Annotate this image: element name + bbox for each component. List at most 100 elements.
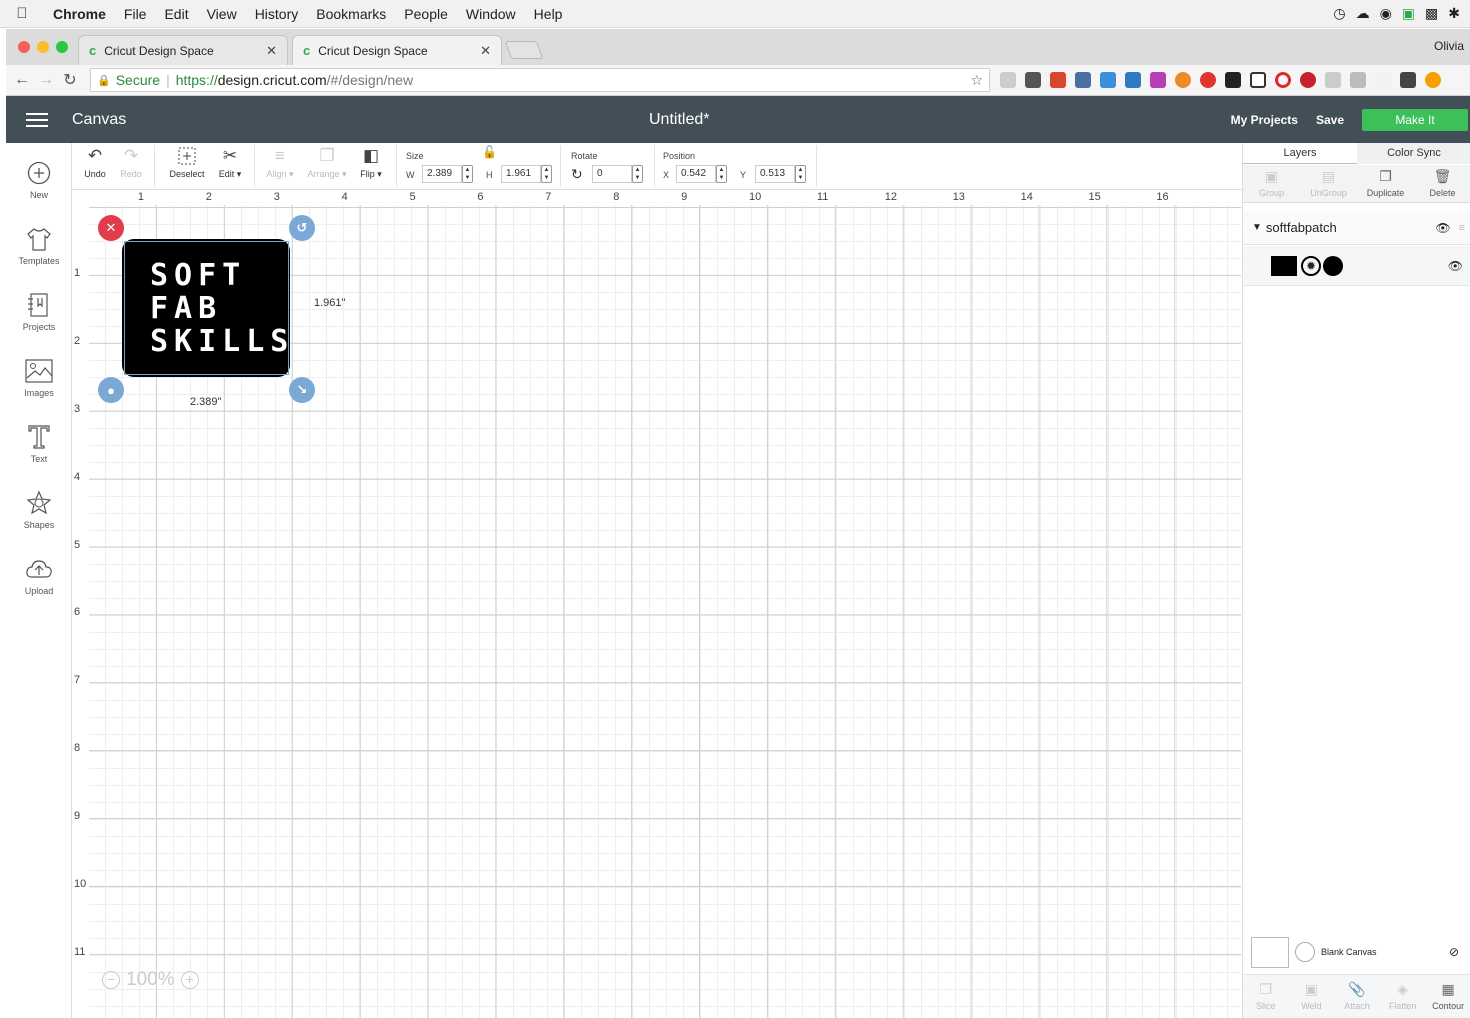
sidebar-item-shapes[interactable]: Shapes	[6, 489, 72, 530]
clock-icon[interactable]: ◷	[1333, 5, 1345, 22]
reload-icon[interactable]: ↻	[58, 70, 82, 90]
cloud-extension-icon[interactable]	[1075, 72, 1091, 88]
resize-handle-icon[interactable]: ↘	[289, 377, 315, 403]
flip-dropdown[interactable]: ◧ Flip ▾	[356, 143, 386, 180]
slice-button[interactable]: ❐ Slice	[1243, 975, 1289, 1018]
eye-icon[interactable]: 👁	[1448, 259, 1463, 273]
menu-file[interactable]: File	[115, 6, 156, 22]
drive-extension-icon[interactable]	[1350, 72, 1366, 88]
layer-row[interactable]: ✹ 👁	[1243, 246, 1470, 286]
drag-handle-icon[interactable]: ≡	[1459, 222, 1465, 234]
menu-window[interactable]: Window	[457, 6, 525, 22]
chevron-extension-icon[interactable]	[1375, 72, 1391, 88]
deselect-button[interactable]: Deselect	[166, 143, 208, 179]
k-extension-icon[interactable]	[1225, 72, 1241, 88]
tab-layers[interactable]: Layers	[1243, 143, 1357, 164]
rotate-input[interactable]: 0	[592, 165, 632, 183]
delete-button[interactable]: 🗑 Delete	[1414, 165, 1470, 202]
bluetooth-icon[interactable]: ✱	[1448, 5, 1460, 22]
dropbox-extension-icon[interactable]	[1325, 72, 1341, 88]
weld-button[interactable]: ▣ Weld	[1289, 975, 1335, 1018]
align-dropdown[interactable]: ≡ Align ▾	[262, 143, 298, 180]
cloud-icon[interactable]: ☁	[1356, 5, 1370, 22]
forward-icon[interactable]: →	[34, 71, 58, 89]
duplicate-button[interactable]: ❐ Duplicate	[1357, 165, 1414, 202]
size-lock-icon[interactable]: 🔓	[482, 145, 497, 159]
sidebar-item-templates[interactable]: Templates	[6, 225, 72, 266]
tab-color-sync[interactable]: Color Sync	[1357, 143, 1470, 164]
news-extension-icon[interactable]	[1125, 72, 1141, 88]
pinterest-extension-icon[interactable]	[1300, 72, 1316, 88]
width-stepper[interactable]: ▲ ▼	[462, 165, 473, 183]
height-stepper[interactable]: ▲ ▼	[541, 165, 552, 183]
folder-extension-icon[interactable]	[1000, 72, 1016, 88]
contour-button[interactable]: ▦ Contour	[1425, 975, 1470, 1018]
sidebar-item-projects[interactable]: Projects	[6, 291, 72, 332]
height-input[interactable]: 1.961	[501, 165, 541, 183]
x-position-stepper[interactable]: ▲ ▼	[716, 165, 727, 183]
new-tab-button[interactable]	[504, 41, 544, 59]
blank-canvas-row[interactable]: Blank Canvas ⊘	[1243, 931, 1470, 973]
canvas-color-circle[interactable]	[1295, 942, 1315, 962]
close-tab-icon[interactable]: ✕	[266, 43, 277, 59]
profile-name[interactable]: Olivia	[1434, 39, 1470, 65]
menu-app-name[interactable]: Chrome	[44, 6, 115, 22]
y-position-stepper[interactable]: ▲ ▼	[795, 165, 806, 183]
attach-button[interactable]: 📎 Attach	[1334, 975, 1380, 1018]
flatten-button[interactable]: ◈ Flatten	[1380, 975, 1426, 1018]
width-input[interactable]: 2.389	[422, 165, 462, 183]
adblock-extension-icon[interactable]	[1200, 72, 1216, 88]
close-window-icon[interactable]	[18, 41, 30, 53]
creative-cloud-icon[interactable]: ◉	[1380, 5, 1392, 22]
rotate-handle-icon[interactable]: ↺	[289, 215, 315, 241]
browser-tab-1[interactable]: c Cricut Design Space ✕	[78, 35, 288, 65]
make-it-button[interactable]: Make It	[1362, 108, 1468, 131]
minimize-window-icon[interactable]	[37, 41, 49, 53]
back-icon[interactable]: ←	[10, 71, 34, 89]
rotate-stepper[interactable]: ▲ ▼	[632, 165, 643, 183]
x-position-input[interactable]: 0.542	[676, 165, 716, 183]
bookmark-star-icon[interactable]: ☆	[970, 72, 983, 89]
sidebar-item-text[interactable]: Text	[6, 423, 72, 464]
menu-help[interactable]: Help	[525, 6, 572, 22]
menu-people[interactable]: People	[395, 6, 457, 22]
lock-handle-icon[interactable]: ●	[98, 377, 124, 403]
layer-group-row[interactable]: ▼ softfabpatch 👁 ≡	[1243, 211, 1470, 245]
hamburger-menu-icon[interactable]	[6, 109, 58, 131]
calendar-extension-icon[interactable]	[1050, 72, 1066, 88]
sidebar-item-images[interactable]: Images	[6, 357, 72, 398]
menu-view[interactable]: View	[198, 6, 246, 22]
shield-extension-icon[interactable]	[1400, 72, 1416, 88]
menu-bookmarks[interactable]: Bookmarks	[307, 6, 395, 22]
close-tab-icon[interactable]: ✕	[480, 43, 491, 59]
edit-dropdown[interactable]: ✂ Edit ▾	[214, 143, 246, 180]
t-extension-icon[interactable]	[1250, 72, 1266, 88]
eye-icon[interactable]: 👁	[1435, 221, 1450, 235]
orange-extension-icon[interactable]	[1175, 72, 1191, 88]
display-icon[interactable]: ▩	[1425, 5, 1438, 22]
zoom-in-button[interactable]: +	[180, 971, 199, 989]
save-button[interactable]: Save	[1316, 113, 1344, 127]
zoom-window-icon[interactable]	[56, 41, 68, 53]
undo-button[interactable]: ↶ Undo	[80, 143, 110, 179]
sidebar-item-upload[interactable]: Upload	[6, 555, 72, 596]
cricut-tray-icon[interactable]: ▣	[1402, 5, 1415, 22]
browser-tab-2[interactable]: c Cricut Design Space ✕	[292, 35, 502, 65]
arrange-dropdown[interactable]: ❐ Arrange ▾	[304, 143, 350, 180]
my-projects-button[interactable]: My Projects	[1231, 113, 1298, 127]
menu-edit[interactable]: Edit	[155, 6, 197, 22]
delete-handle-icon[interactable]: ✕	[98, 215, 124, 241]
opera-extension-icon[interactable]	[1275, 72, 1291, 88]
url-input[interactable]: 🔒 Secure | https:// design.cricut.com /#…	[90, 68, 990, 92]
arrow-extension-icon[interactable]	[1150, 72, 1166, 88]
sidebar-item-new[interactable]: New	[6, 159, 72, 200]
y-position-input[interactable]: 0.513	[755, 165, 795, 183]
evernote-extension-icon[interactable]	[1025, 72, 1041, 88]
screen-extension-icon[interactable]	[1100, 72, 1116, 88]
canvas-swatch[interactable]	[1251, 936, 1289, 968]
menu-history[interactable]: History	[246, 6, 308, 22]
expand-triangle-icon[interactable]: ▼	[1252, 222, 1262, 233]
apple-icon[interactable]: 	[0, 5, 44, 22]
ungroup-button[interactable]: ▤ UnGroup	[1300, 165, 1357, 202]
eye-off-icon[interactable]: ⊘	[1449, 945, 1459, 959]
